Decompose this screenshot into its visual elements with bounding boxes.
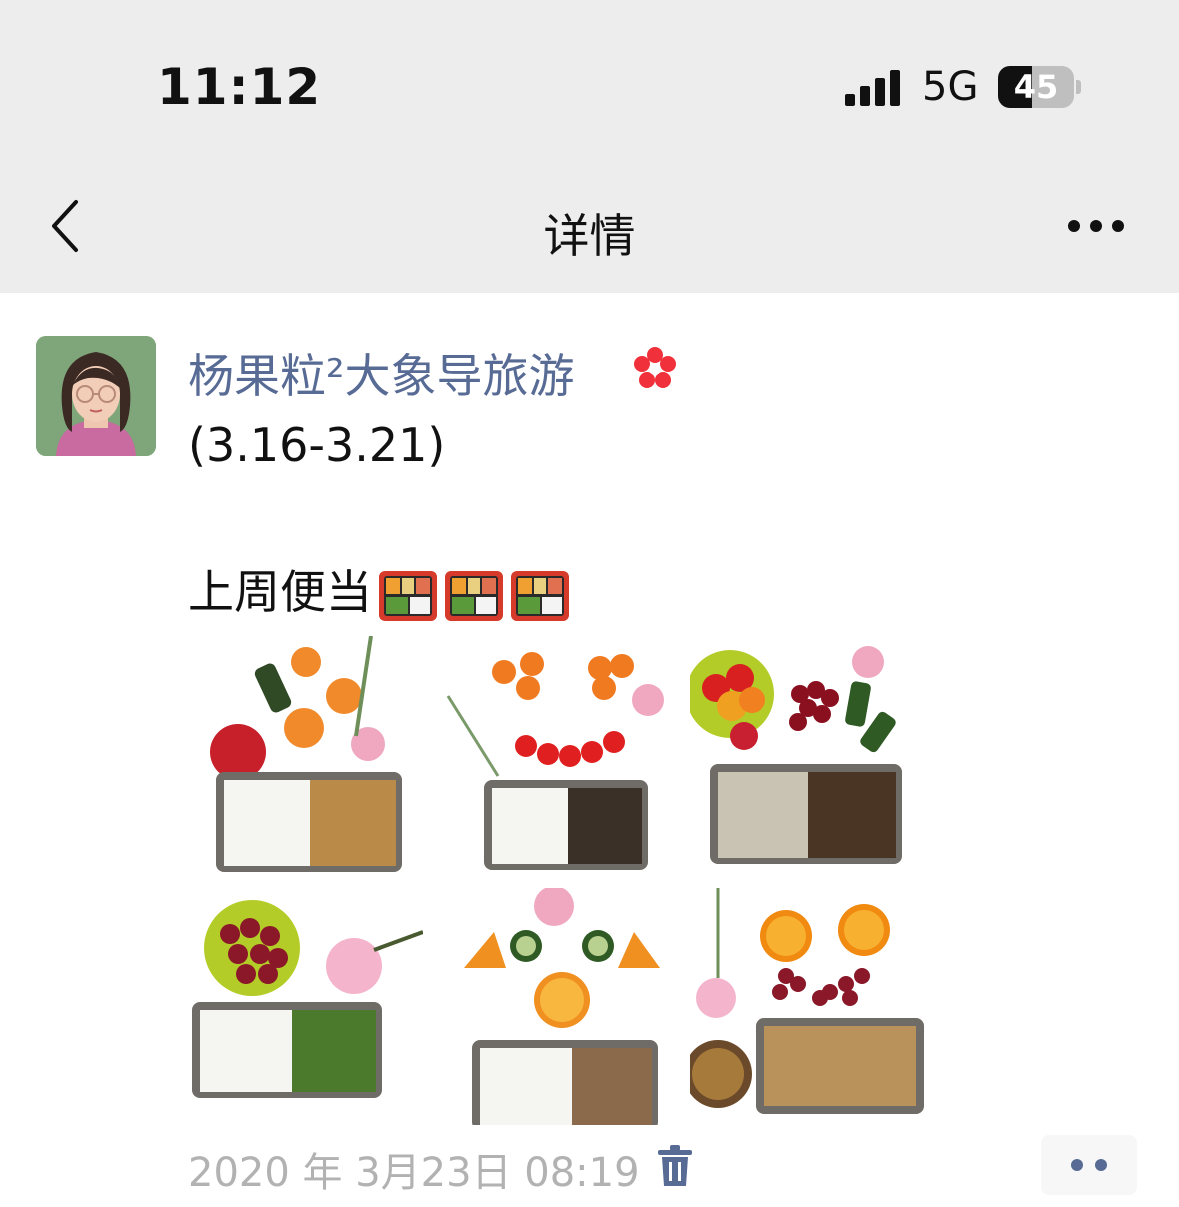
post-text-dates: (3.16-3.21)	[188, 418, 446, 472]
signal-icon	[845, 70, 907, 106]
bento-box-emoji-icon	[511, 570, 569, 621]
bento-photo-6[interactable]	[690, 888, 927, 1125]
battery-tip	[1076, 80, 1081, 94]
bento-box-emoji-icon	[445, 570, 503, 621]
author-name[interactable]: 杨果粒²大象导旅游	[188, 340, 574, 406]
status-time: 11:12	[157, 58, 322, 116]
caption-text: 上周便当	[188, 565, 372, 619]
bento-photo-2[interactable]	[438, 636, 675, 873]
post-text-caption: 上周便当	[188, 556, 570, 623]
post-actions-button[interactable]	[1041, 1135, 1137, 1195]
bento-photo-3[interactable]	[690, 636, 927, 873]
photo-grid	[186, 636, 928, 1126]
flower-icon	[634, 347, 676, 388]
trash-icon[interactable]	[656, 1144, 694, 1188]
bento-photo-5[interactable]	[438, 888, 675, 1125]
post-timestamp: 2020 年 3月23日 08:19	[188, 1150, 640, 1196]
battery-icon: 45	[998, 66, 1074, 108]
more-options-icon[interactable]	[1062, 214, 1128, 238]
bento-box-emoji-icon	[379, 570, 437, 621]
avatar[interactable]	[36, 336, 156, 456]
page-title: 详情	[543, 209, 636, 263]
bento-photo-1[interactable]	[186, 636, 423, 873]
battery-level: 45	[1013, 68, 1059, 106]
network-label: 5G	[922, 64, 979, 110]
header-bar: 11:12 5G 45 详情	[0, 0, 1179, 293]
bento-photo-4[interactable]	[186, 888, 423, 1125]
